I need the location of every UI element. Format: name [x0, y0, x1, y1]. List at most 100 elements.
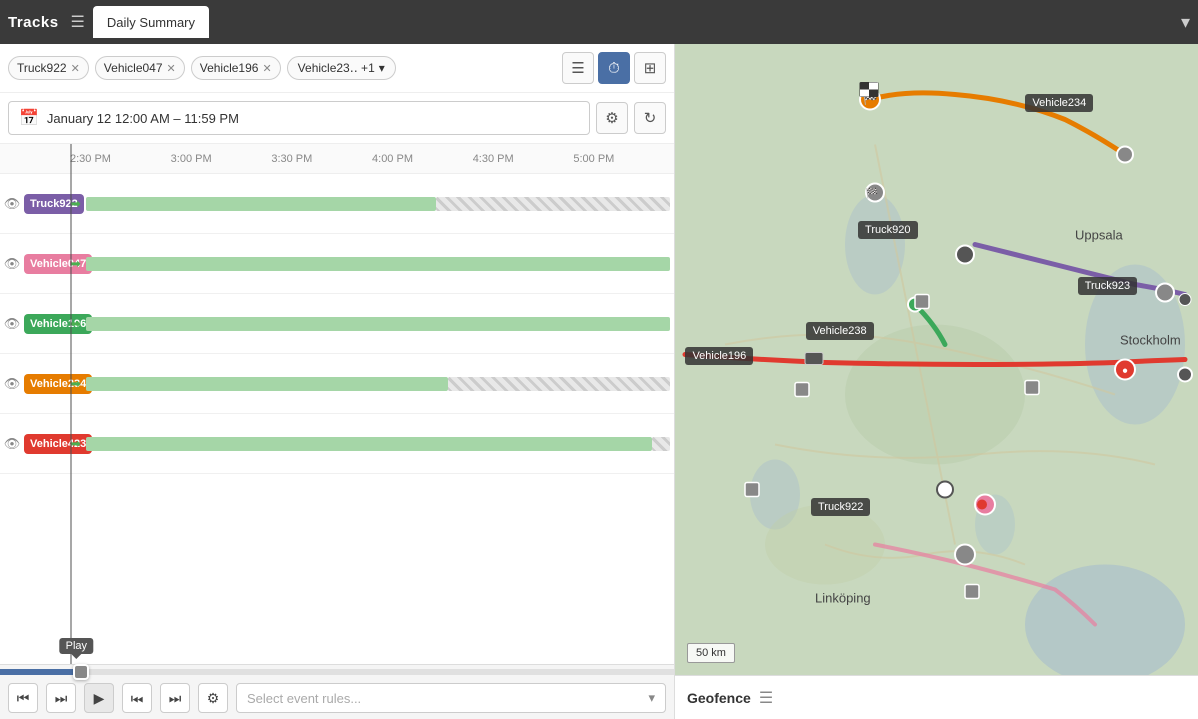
eye-vehicle423[interactable]: 👁	[0, 436, 24, 452]
label-vehicle234: Vehicle234	[1025, 94, 1093, 112]
geofence-title: Geofence	[687, 690, 751, 706]
map-svg: 🏁 🏁 ●	[675, 44, 1198, 675]
track-label-col-truck922: Truck922	[24, 194, 70, 214]
map-scale: 50 km	[687, 643, 735, 663]
eye-vehicle047[interactable]: 👁	[0, 256, 24, 272]
chip-vehicle196[interactable]: Vehicle196 ✕	[191, 56, 281, 80]
svg-text:●: ●	[1122, 366, 1128, 377]
label-vehicle238: Vehicle238	[806, 322, 874, 340]
date-value: January 12 12:00 AM – 11:59 PM	[47, 111, 239, 126]
track-row-vehicle423: 👁 Vehicle423 ➡	[0, 414, 674, 474]
bar-container-truck922[interactable]	[86, 197, 670, 211]
menu-icon[interactable]: ☰	[71, 12, 85, 32]
label-vehicle196: Vehicle196	[685, 347, 753, 365]
calendar-icon: 📅	[19, 108, 39, 128]
track-row-vehicle196: 👁 Vehicle196 ➡	[0, 294, 674, 354]
skip-end-btn[interactable]: ⏭	[160, 683, 190, 713]
bar-vehicle423-green	[86, 437, 652, 451]
event-select-arrow: ▾	[648, 690, 655, 706]
chip-vehicle047-close[interactable]: ✕	[167, 62, 176, 75]
bar-container-vehicle196[interactable]	[86, 317, 670, 331]
play-btn[interactable]: ▶	[84, 683, 114, 713]
chip-truck922-close[interactable]: ✕	[71, 62, 80, 75]
arrow-vehicle234: ➡	[70, 376, 84, 392]
refresh-btn[interactable]: ↻	[634, 102, 666, 134]
track-bars-vehicle234: ➡	[70, 376, 674, 392]
skip-start-btn[interactable]: ⏮	[8, 683, 38, 713]
bar-vehicle047-green	[86, 257, 670, 271]
track-bars-vehicle196: ➡	[70, 316, 674, 332]
bar-vehicle234-green	[86, 377, 448, 391]
arrow-vehicle423: ➡	[70, 436, 84, 452]
playback-area: Play ⏮ ⏭ ▶ ⏭ ⏭ ⚙ Select event rules... ▾	[0, 664, 674, 719]
top-bar: Tracks ☰ Daily Summary ▾	[0, 0, 1198, 44]
left-panel: Truck922 ✕ Vehicle047 ✕ Vehicle196 ✕ Veh…	[0, 44, 675, 719]
event-select-placeholder: Select event rules...	[247, 691, 361, 706]
svg-text:Stockholm: Stockholm	[1120, 333, 1181, 348]
bar-truck922-green	[86, 197, 436, 211]
progress-bar-track[interactable]: Play	[0, 669, 674, 675]
label-truck920: Truck920	[858, 221, 917, 239]
chip-more-arrow: ▾	[379, 61, 385, 75]
bar-row-vehicle047-arrow: ➡	[70, 256, 670, 272]
eye-truck922[interactable]: 👁	[0, 196, 24, 212]
bar-row-vehicle196-arrow: ➡	[70, 316, 670, 332]
arrow-truck922: ➡	[70, 196, 84, 212]
bar-container-vehicle234[interactable]	[86, 377, 670, 391]
main-content: Truck922 ✕ Vehicle047 ✕ Vehicle196 ✕ Veh…	[0, 44, 1198, 719]
track-row-vehicle047: 👁 Vehicle047 ➡	[0, 234, 674, 294]
arrow-vehicle196: ➡	[70, 316, 84, 332]
geofence-menu-icon[interactable]: ☰	[759, 688, 773, 708]
bar-container-vehicle423[interactable]	[86, 437, 670, 451]
event-select[interactable]: Select event rules... ▾	[236, 683, 666, 713]
bar-row-vehicle423-arrow: ➡	[70, 436, 670, 452]
track-row-vehicle234: 👁 Vehicle234 ➡	[0, 354, 674, 414]
bar-truck922-hatched	[436, 197, 670, 211]
eye-vehicle196[interactable]: 👁	[0, 316, 24, 332]
timeline-area: 2:30 PM 3:00 PM 3:30 PM 4:00 PM 4:30 PM …	[0, 144, 674, 664]
geofence-bar: Geofence ☰	[675, 675, 1198, 719]
track-label-col-vehicle423: Vehicle423	[24, 434, 70, 454]
list-view-btn[interactable]: ☰	[562, 52, 594, 84]
app-title: Tracks	[8, 14, 59, 31]
track-row-truck922: 👁 Truck922 ➡	[0, 174, 674, 234]
chip-vehicle047[interactable]: Vehicle047 ✕	[95, 56, 185, 80]
timeline-view-btn[interactable]: ⏱	[598, 52, 630, 84]
label-truck923: Truck923	[1078, 277, 1137, 295]
chip-vehicle196-close[interactable]: ✕	[262, 62, 271, 75]
svg-text:Linköping: Linköping	[815, 591, 871, 606]
time-400: 4:00 PM	[372, 153, 473, 165]
topbar-dropdown-icon[interactable]: ▾	[1181, 12, 1190, 33]
bar-container-vehicle047[interactable]	[86, 257, 670, 271]
play-tooltip: Play	[60, 638, 93, 654]
chip-more-label: Vehicle23‥ +1	[298, 61, 375, 75]
chip-truck922[interactable]: Truck922 ✕	[8, 56, 89, 80]
track-label-col-vehicle234: Vehicle234	[24, 374, 70, 394]
time-500: 5:00 PM	[573, 153, 674, 165]
prev-btn[interactable]: ⏭	[46, 683, 76, 713]
time-300: 3:00 PM	[171, 153, 272, 165]
settings-ctrl-btn[interactable]: ⚙	[198, 683, 228, 713]
svg-text:Uppsala: Uppsala	[1075, 228, 1123, 243]
daily-summary-tab[interactable]: Daily Summary	[93, 6, 209, 38]
arrow-vehicle047: ➡	[70, 256, 84, 272]
date-input[interactable]: 📅 January 12 12:00 AM – 11:59 PM	[8, 101, 590, 135]
timeline-header: 2:30 PM 3:00 PM 3:30 PM 4:00 PM 4:30 PM …	[0, 144, 674, 174]
bar-row-vehicle234-arrow: ➡	[70, 376, 670, 392]
progress-thumb[interactable]: Play	[73, 664, 89, 680]
chip-more[interactable]: Vehicle23‥ +1 ▾	[287, 56, 396, 80]
filter-bar: Truck922 ✕ Vehicle047 ✕ Vehicle196 ✕ Veh…	[0, 44, 674, 93]
playback-controls: ⏮ ⏭ ▶ ⏭ ⏭ ⚙ Select event rules... ▾	[0, 677, 674, 719]
eye-vehicle234[interactable]: 👁	[0, 376, 24, 392]
time-230: 2:30 PM	[70, 153, 171, 165]
date-bar: 📅 January 12 12:00 AM – 11:59 PM ⚙ ↻	[0, 93, 674, 144]
chip-vehicle196-label: Vehicle196	[200, 61, 259, 75]
track-bars-vehicle047: ➡	[70, 256, 674, 272]
next-btn[interactable]: ⏭	[122, 683, 152, 713]
svg-text:🏁: 🏁	[866, 187, 878, 200]
timeline-spacer	[0, 474, 674, 554]
label-truck922: Truck922	[811, 498, 870, 516]
bar-vehicle423-hatched	[652, 437, 670, 451]
filter-settings-btn[interactable]: ⚙	[596, 102, 628, 134]
grid-view-btn[interactable]: ⊞	[634, 52, 666, 84]
